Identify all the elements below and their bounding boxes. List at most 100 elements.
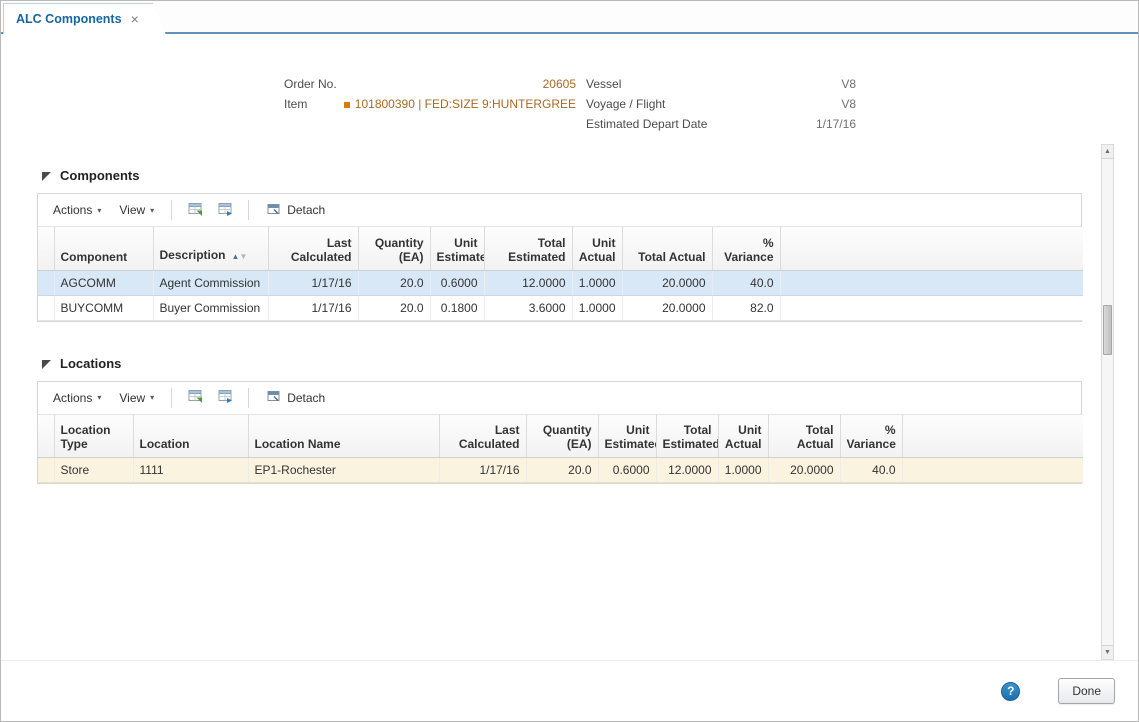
detach-label: Detach <box>287 390 326 405</box>
column-header[interactable]: Location Name <box>248 414 440 458</box>
row-stub[interactable] <box>38 295 55 321</box>
table-cell[interactable]: Agent Commission <box>153 270 269 296</box>
export-button[interactable] <box>180 384 210 411</box>
view-menu-button[interactable]: View ▾ <box>110 198 163 222</box>
help-button[interactable]: ? <box>1001 681 1021 701</box>
column-header[interactable]: Location <box>133 414 249 458</box>
column-header[interactable]: Total Estimated <box>656 414 719 458</box>
sort-descending-icon[interactable]: ▼ <box>239 252 247 261</box>
locations-disclosure-icon[interactable] <box>41 358 52 369</box>
depart-date-label: Estimated Depart Date <box>586 117 708 131</box>
column-header-label: Description <box>159 247 226 262</box>
table-cell[interactable]: 20.0000 <box>622 295 713 321</box>
table-cell[interactable]: 0.6000 <box>598 457 657 483</box>
column-header[interactable]: Location Type <box>54 414 134 458</box>
freeze-icon <box>217 201 233 220</box>
column-header[interactable]: Last Calculated <box>268 227 359 271</box>
tab-alc-components[interactable]: ALC Components × <box>3 3 166 34</box>
table-cell[interactable]: 1/17/16 <box>268 295 359 321</box>
table-cell[interactable]: BUYCOMM <box>54 295 154 321</box>
scroll-up-icon[interactable]: ▲ <box>1102 145 1113 159</box>
export-button[interactable] <box>180 197 210 224</box>
detach-button[interactable]: Detach <box>257 384 334 411</box>
table-cell[interactable]: EP1-Rochester <box>248 457 440 483</box>
table-row[interactable]: AGCOMM Agent Commission 1/17/16 20.0 0.6… <box>38 270 1083 296</box>
column-header[interactable]: Total Estimated <box>484 227 573 271</box>
scrollbar-thumb[interactable] <box>1103 305 1112 355</box>
components-panel: Actions ▾ View ▾ Detach Component Descri… <box>37 193 1083 322</box>
freeze-button[interactable] <box>210 197 240 224</box>
table-cell[interactable]: 82.0 <box>712 295 781 321</box>
toolbar-separator <box>171 200 173 220</box>
table-cell[interactable]: Buyer Commission <box>153 295 269 321</box>
done-button[interactable]: Done <box>1058 678 1115 704</box>
column-header[interactable]: Total Actual <box>768 414 841 458</box>
table-cell[interactable]: 1111 <box>133 457 249 483</box>
table-cell[interactable]: AGCOMM <box>54 270 154 296</box>
vertical-scrollbar[interactable]: ▲ ▼ <box>1101 144 1114 660</box>
table-cell[interactable]: 0.1800 <box>430 295 485 321</box>
scroll-down-icon[interactable]: ▼ <box>1102 645 1113 659</box>
column-header[interactable]: Last Calculated <box>439 414 527 458</box>
column-header[interactable]: % Variance <box>840 414 903 458</box>
column-header[interactable]: Unit Estimated <box>430 227 485 271</box>
column-header[interactable]: Quantity (EA) <box>358 227 431 271</box>
components-section-title: Components <box>60 168 140 183</box>
column-header[interactable]: Component <box>54 227 154 271</box>
tab-close-icon[interactable]: × <box>131 12 139 26</box>
actions-menu-button[interactable]: Actions ▾ <box>44 386 110 410</box>
table-cell-filler <box>780 270 1083 296</box>
table-cell[interactable]: 3.6000 <box>484 295 573 321</box>
locations-section: Locations Actions ▾ View ▾ Detach Locati… <box>37 355 1083 484</box>
view-menu-label: View <box>119 203 146 217</box>
toolbar-separator <box>248 200 250 220</box>
tab-bar: ALC Components × <box>1 1 1138 34</box>
table-row[interactable]: BUYCOMM Buyer Commission 1/17/16 20.0 0.… <box>38 295 1083 321</box>
depart-date-row: Estimated Depart Date 1/17/16 <box>586 114 856 134</box>
actions-menu-button[interactable]: Actions ▾ <box>44 198 110 222</box>
help-icon: ? <box>1007 684 1015 698</box>
voyage-value: V8 <box>841 97 856 111</box>
table-cell[interactable]: 1/17/16 <box>439 457 527 483</box>
freeze-button[interactable] <box>210 384 240 411</box>
table-cell[interactable]: 20.0000 <box>622 270 713 296</box>
column-header[interactable]: Unit Actual <box>572 227 623 271</box>
table-cell[interactable]: 20.0 <box>358 270 431 296</box>
row-stub[interactable] <box>38 457 55 483</box>
item-label: Item <box>284 97 308 111</box>
order-no-label: Order No. <box>284 77 337 91</box>
table-cell[interactable]: 40.0 <box>840 457 903 483</box>
toolbar-separator <box>171 387 173 408</box>
column-header[interactable]: Description ▲▼ <box>153 227 269 271</box>
view-menu-button[interactable]: View ▾ <box>110 386 163 410</box>
table-row[interactable]: Store 1111 EP1-Rochester 1/17/16 20.0 0.… <box>38 457 1083 483</box>
table-cell[interactable]: 20.0 <box>358 295 431 321</box>
row-stub[interactable] <box>38 270 55 296</box>
table-cell[interactable]: Store <box>54 457 134 483</box>
column-header[interactable]: % Variance <box>712 227 781 271</box>
table-cell[interactable]: 1/17/16 <box>268 270 359 296</box>
table-cell[interactable]: 1.0000 <box>718 457 769 483</box>
freeze-icon <box>217 388 233 407</box>
item-value-text: 101800390 | FED:SIZE 9:HUNTERGREE <box>354 97 576 111</box>
table-cell[interactable]: 20.0000 <box>768 457 841 483</box>
table-cell[interactable]: 0.6000 <box>430 270 485 296</box>
voyage-row: Voyage / Flight V8 <box>586 94 856 114</box>
column-header[interactable]: Unit Estimated <box>598 414 657 458</box>
detach-button[interactable]: Detach <box>257 197 334 224</box>
vessel-label: Vessel <box>586 77 622 91</box>
table-cell[interactable]: 1.0000 <box>572 295 623 321</box>
item-value: 101800390 | FED:SIZE 9:HUNTERGREE <box>343 97 576 111</box>
components-disclosure-icon[interactable] <box>41 170 52 181</box>
column-header[interactable]: Unit Actual <box>718 414 769 458</box>
voyage-label: Voyage / Flight <box>586 97 666 111</box>
table-cell[interactable]: 12.0000 <box>656 457 719 483</box>
table-cell[interactable]: 20.0 <box>526 457 599 483</box>
locations-section-title: Locations <box>60 355 122 371</box>
table-cell[interactable]: 1.0000 <box>572 270 623 296</box>
column-header[interactable]: Quantity (EA) <box>526 414 599 458</box>
column-header[interactable]: Total Actual <box>622 227 713 271</box>
table-cell[interactable]: 12.0000 <box>484 270 573 296</box>
table-cell[interactable]: 40.0 <box>712 270 781 296</box>
sort-icons: ▲▼ <box>232 248 248 262</box>
